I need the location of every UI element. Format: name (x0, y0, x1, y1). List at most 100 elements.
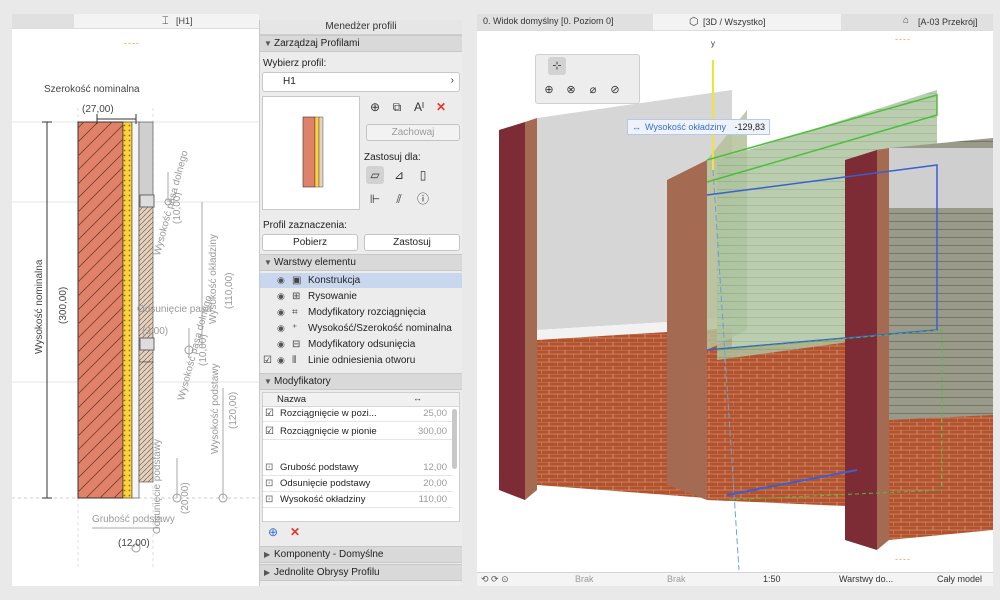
checkbox-checked-icon[interactable]: ☑ (265, 425, 274, 439)
railing-apply-icon[interactable]: ⊩ (366, 190, 384, 208)
outline-section-label: Jednolite Obrysy Profilu (274, 567, 380, 578)
status-model[interactable]: Cały model (937, 574, 982, 584)
modifier-value[interactable]: 12,00 (423, 461, 447, 475)
width-arrows-icon: ↔ (413, 393, 422, 403)
expand-triangle-icon: ▶ (264, 550, 271, 559)
curve-edge-icon[interactable]: ⌀ (584, 81, 602, 99)
layer-row-drawing[interactable]: ◉ ⊞ Rysowanie (260, 289, 462, 304)
modifier-row[interactable]: ☑ Rozciągnięcie w pozi... 25,00 (263, 407, 453, 422)
modifiers-section[interactable]: ▼ Modyfikatory (260, 373, 462, 390)
status-scale[interactable]: 1:50 (763, 574, 781, 584)
layer-label: Linie odniesienia otworu (308, 355, 416, 366)
insert-node-icon[interactable]: ⊕ (540, 81, 558, 99)
apply-for-label: Zastosuj dla: (364, 152, 421, 163)
layer-label: Rysowanie (308, 291, 357, 302)
modifier-icon: ⊡ (265, 462, 274, 473)
layer-row-stretch-modifiers[interactable]: ◉ ⌗ Modyfikatory rozciągnięcia (260, 305, 462, 320)
info-icon[interactable]: ⓘ (414, 190, 432, 208)
collapse-triangle-icon: ▼ (264, 39, 272, 48)
profile-preview (262, 96, 360, 210)
layer-row-offset-modifiers[interactable]: ◉ ⊟ Modyfikatory odsunięcia (260, 337, 462, 352)
tooltip-value[interactable]: -129,83 (734, 122, 765, 132)
layer-label: Modyfikatory odsunięcia (308, 339, 416, 350)
dim-base-thickness: Grubość podstawy (92, 514, 175, 525)
wall-apply-icon[interactable]: ▱ (366, 166, 384, 184)
offset-all-icon[interactable]: ⊘ (606, 81, 624, 99)
dim-belt-offset-value: (3,00) (142, 326, 169, 337)
checkbox-checked-icon[interactable]: ☑ (263, 353, 272, 368)
apply-profile-button[interactable]: Zastosuj (364, 234, 460, 251)
save-profile-button[interactable]: Zachowaj (366, 124, 460, 141)
editor-tab-blank[interactable] (12, 14, 74, 28)
status-brak-1[interactable]: Brak (575, 574, 594, 584)
cladding-height-tooltip[interactable]: ↔ Wysokość okładziny -129,83 (627, 119, 770, 135)
3d-scene[interactable] (477, 30, 993, 572)
profile-editor-view[interactable]: ⌶ [H1] ---- Szerokość nominalna (27,00) … (12, 14, 259, 586)
nominal-size-icon: ⁺ (292, 323, 298, 334)
handrail-apply-icon[interactable]: ⫽ (390, 190, 408, 208)
profile-select-value: H1 (283, 76, 296, 87)
modifier-value[interactable]: 110,00 (419, 493, 447, 507)
rotate-icon[interactable]: ⟲ ⟳ ⊙ (481, 574, 509, 585)
drawing-icon: ⊞ (292, 291, 301, 302)
layer-row-construction[interactable]: ◉ ▣ Konstrukcja (260, 273, 462, 288)
3d-view[interactable]: 0. Widok domyślny [0. Poziom 0] ⬡ [3D / … (477, 14, 993, 586)
modifier-name: Rozciągnięcie w pozi... (280, 408, 377, 419)
column-apply-icon[interactable]: ▯ (414, 166, 432, 184)
eye-icon[interactable]: ◉ (277, 321, 285, 336)
modifier-row[interactable]: ⊡ Odsunięcie podstawy 20,00 (263, 477, 453, 492)
modifier-icon: ⊡ (265, 494, 274, 505)
components-section[interactable]: ▶ Komponenty - Domyślne (260, 546, 462, 563)
modifier-name: Wysokość okładziny (280, 494, 366, 505)
status-layers[interactable]: Warstwy do... (839, 574, 893, 584)
new-profile-icon[interactable]: ⊕ (366, 98, 384, 116)
remove-modifier-icon[interactable]: ✕ (286, 523, 304, 541)
eye-icon[interactable]: ◉ (277, 337, 285, 352)
dim-lower-belt-height-2-value: (10,00) (198, 334, 209, 366)
collapse-triangle-icon: ▼ (264, 258, 272, 267)
delete-profile-icon[interactable]: ✕ (432, 98, 450, 116)
get-profile-button[interactable]: Pobierz (262, 234, 358, 251)
components-section-label: Komponenty - Domyślne (274, 549, 384, 560)
eye-icon[interactable]: ◉ (277, 353, 285, 368)
rename-profile-icon[interactable]: Aᴵ (410, 98, 428, 116)
add-modifier-icon[interactable]: ⊕ (264, 523, 282, 541)
eye-icon[interactable]: ◉ (277, 305, 285, 320)
modifier-value[interactable]: 25,00 (423, 407, 447, 421)
eye-icon[interactable]: ◉ (277, 273, 285, 288)
manage-profiles-section[interactable]: ▼ Zarządzaj Profilami (260, 35, 462, 52)
eye-icon[interactable]: ◉ (277, 289, 285, 304)
modifier-row[interactable]: ⊡ Grubość podstawy 12,00 (263, 461, 453, 476)
checkbox-checked-icon[interactable]: ☑ (265, 407, 274, 421)
beam-apply-icon[interactable]: ⊿ (390, 166, 408, 184)
profile-drawing (12, 108, 259, 568)
construction-icon: ▣ (292, 275, 302, 286)
layer-label: Modyfikatory rozciągnięcia (308, 307, 426, 318)
profile-select[interactable]: H1 › (262, 72, 460, 92)
modifiers-scrollbar[interactable] (452, 409, 457, 469)
duplicate-profile-icon[interactable]: ⧉ (388, 98, 406, 116)
modifier-value[interactable]: 300,00 (418, 425, 447, 439)
move-node-icon[interactable]: ⊹ (548, 57, 566, 75)
offset-icon: ⊟ (292, 339, 301, 350)
modifier-row[interactable]: ☑ Rozciągnięcie w pionie 300,00 (263, 425, 453, 440)
dim-base-thickness-value: (12,00) (118, 538, 150, 549)
editor-tab-label[interactable]: [H1] (176, 16, 193, 26)
offset-edge-icon[interactable]: ⊗ (562, 81, 580, 99)
layer-label: Konstrukcja (308, 275, 361, 286)
layers-section[interactable]: ▼ Warstwy elementu (260, 254, 462, 271)
layer-row-nominal-size[interactable]: ◉ ⁺ Wysokość/Szerokość nominalna (260, 321, 462, 336)
outline-section[interactable]: ▶ Jednolite Obrysy Profilu (260, 564, 462, 581)
tab-section[interactable]: ⌂ [A-03 Przekrój] (841, 14, 993, 30)
modifiers-table: Nazwa ↔ ☑ Rozciągnięcie w pozi... 25,00 … (262, 392, 460, 522)
status-brak-2[interactable]: Brak (667, 574, 686, 584)
3d-cube-icon: ⬡ (689, 16, 699, 28)
tab-default-view[interactable]: 0. Widok domyślny [0. Poziom 0] (477, 14, 653, 30)
tab-3d-label[interactable]: [3D / Wszystko] (703, 17, 766, 27)
selection-profile-label: Profil zaznaczenia: (263, 220, 347, 231)
modifier-value[interactable]: 20,00 (423, 477, 447, 491)
modifier-row[interactable]: ⊡ Wysokość okładziny 110,00 (263, 493, 453, 508)
layer-row-opening-lines[interactable]: ☑ ◉ ⦀ Linie odniesienia otworu (260, 353, 462, 368)
profile-manager-title: Menedżer profili (260, 20, 462, 35)
3d-edit-toolbar: ⊹ ⊕ ⊗ ⌀ ⊘ (535, 54, 640, 104)
